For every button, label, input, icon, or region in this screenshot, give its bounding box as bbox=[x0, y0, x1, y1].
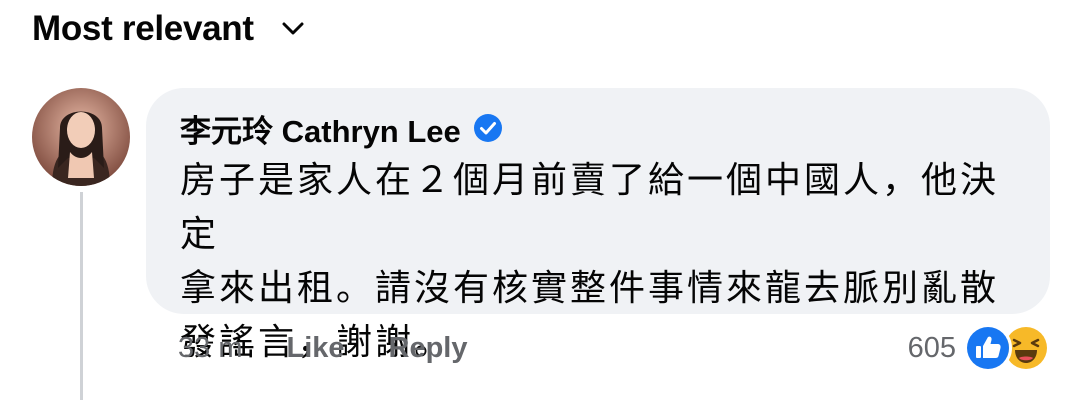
reply-button[interactable]: Reply bbox=[389, 332, 468, 365]
like-button[interactable]: Like bbox=[286, 332, 344, 365]
chevron-down-icon bbox=[280, 16, 306, 42]
avatar[interactable] bbox=[32, 88, 130, 186]
comment-line: 拿來出租。請沒有核實整件事情來龍去脈別亂散 bbox=[180, 268, 1000, 309]
comment-timestamp[interactable]: 33 m bbox=[178, 332, 242, 365]
reaction-count: 605 bbox=[907, 331, 956, 364]
author-name[interactable]: 李元玲 Cathryn Lee bbox=[180, 106, 461, 151]
verified-badge-icon bbox=[473, 113, 503, 143]
comment-actions: 33 m Like Reply bbox=[178, 326, 512, 370]
sort-label: Most relevant bbox=[32, 9, 254, 48]
like-reaction-icon bbox=[964, 324, 1012, 372]
reaction-summary[interactable]: 605 bbox=[908, 324, 1050, 372]
comment-line: 房子是家人在２個月前賣了給一個中國人，他決定 bbox=[180, 160, 1000, 255]
reply-thread-line bbox=[80, 192, 83, 400]
sort-comments-dropdown[interactable]: Most relevant bbox=[32, 6, 306, 52]
comment-bubble: 李元玲 Cathryn Lee 房子是家人在２個月前賣了給一個中國人，他決定 拿… bbox=[146, 88, 1050, 363]
